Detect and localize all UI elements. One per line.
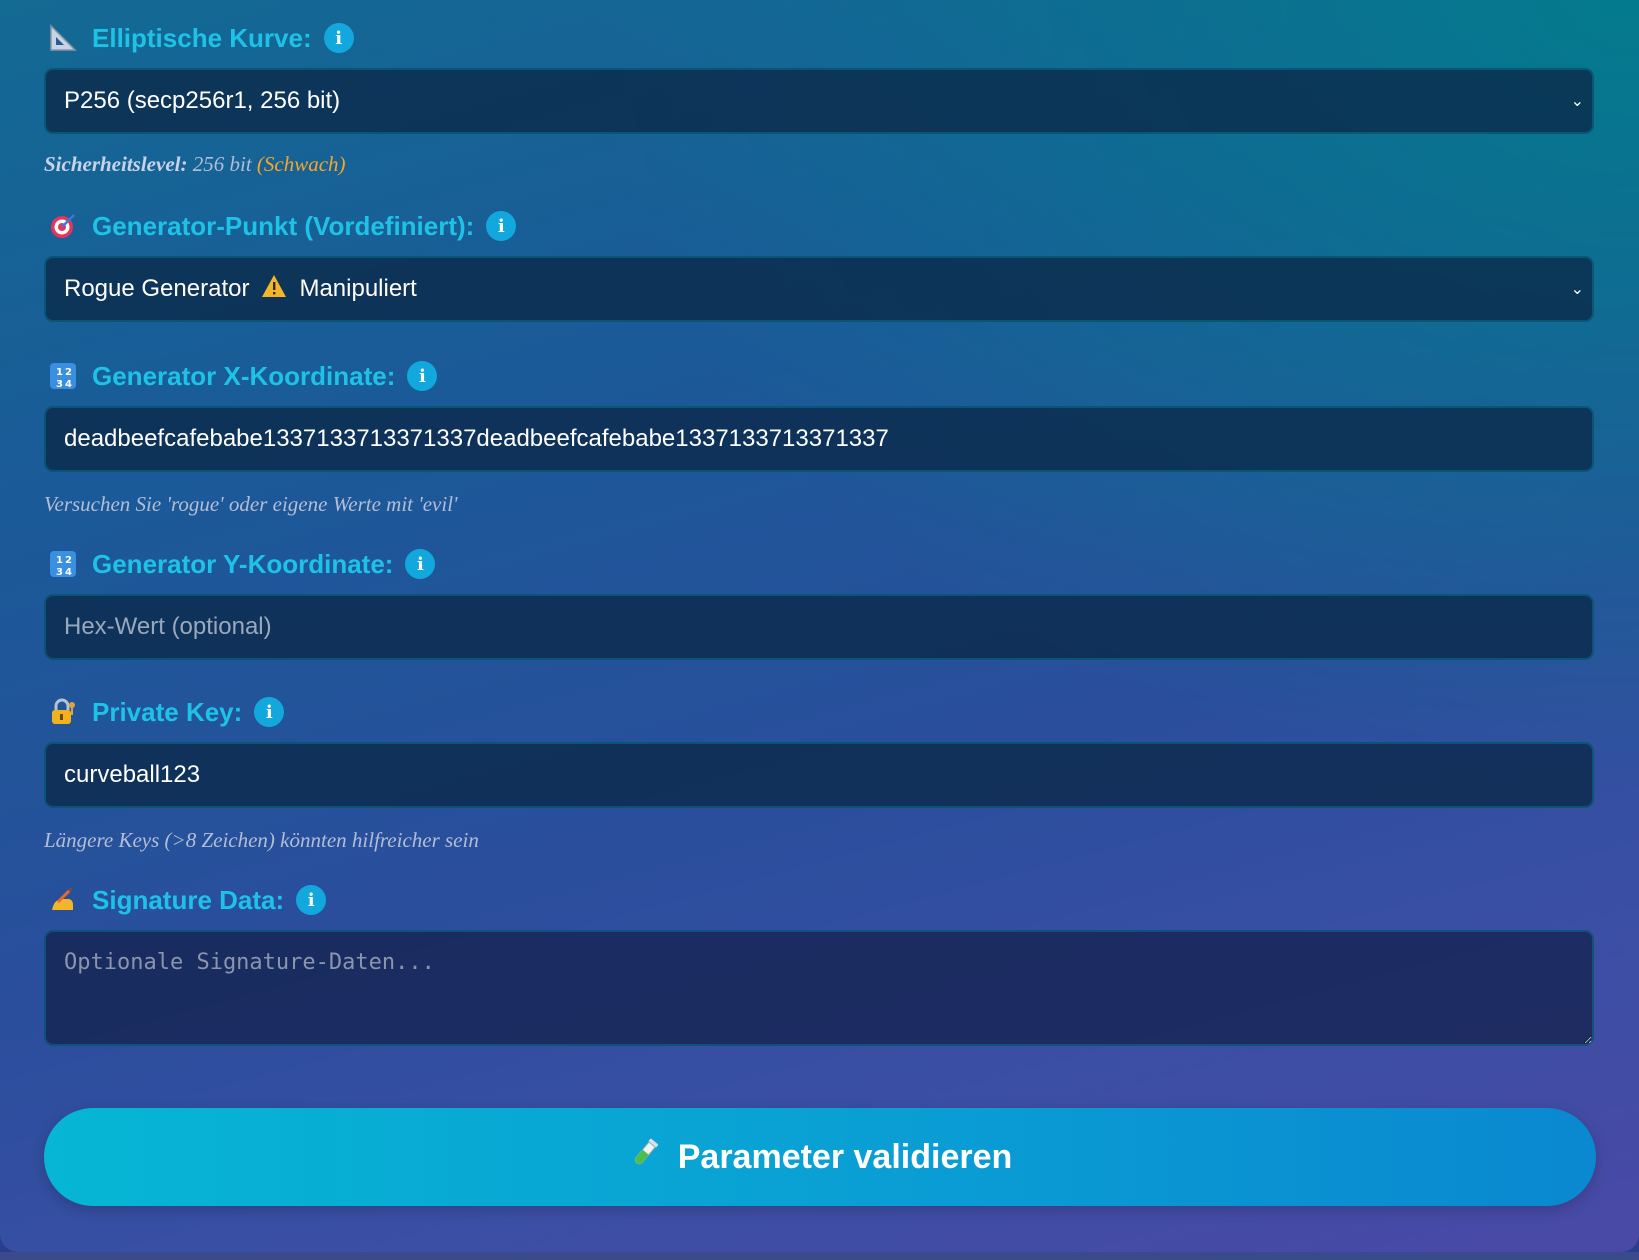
security-level-label: Sicherheitslevel: <box>44 152 188 176</box>
signature-label: Signature Data: i <box>44 880 327 920</box>
private-key-input[interactable] <box>44 742 1594 808</box>
curve-info-icon[interactable]: i <box>323 23 354 53</box>
private-key-label-text: Private Key: <box>92 696 243 727</box>
x-coordinate-hint: Versuchen Sie 'rogue' oder eigene Werte … <box>44 492 458 516</box>
svg-text:2: 2 <box>65 555 72 566</box>
signature-textarea[interactable] <box>44 930 1594 1046</box>
lock-key-icon <box>48 697 78 727</box>
security-level-value: 256 bit <box>192 152 252 176</box>
signature-info-icon[interactable]: i <box>296 885 327 915</box>
x-coordinate-field[interactable] <box>64 425 1592 453</box>
y-coordinate-label-text: Generator Y-Koordinate: <box>92 548 394 579</box>
y-coordinate-field[interactable] <box>64 613 1592 641</box>
security-level: Sicherheitslevel: 256 bit (Schwach) <box>44 152 346 177</box>
svg-text:2: 2 <box>65 367 72 378</box>
curve-select[interactable]: P256 (secp256r1, 256 bit) ⌄ <box>44 68 1594 134</box>
triangle-ruler-icon <box>48 23 78 53</box>
signature-label-text: Signature Data: <box>92 884 285 915</box>
chevron-down-icon: ⌄ <box>1570 93 1584 110</box>
private-key-hint: Längere Keys (>8 Zeichen) könnten hilfre… <box>44 828 479 852</box>
svg-text:1: 1 <box>56 367 63 378</box>
curve-select-value: P256 (secp256r1, 256 bit) <box>64 87 341 114</box>
svg-text:3: 3 <box>56 567 63 578</box>
security-level-rating: (Schwach) <box>256 152 346 176</box>
x-coordinate-label: 1234 Generator X-Koordinate: i <box>44 356 438 396</box>
x-coordinate-input[interactable] <box>44 406 1594 472</box>
generator-point-label: Generator-Punkt (Vordefiniert): i <box>44 206 517 246</box>
x-coordinate-info-icon[interactable]: i <box>407 361 438 391</box>
warning-icon <box>261 274 287 305</box>
numbers-icon: 1234 <box>48 549 78 579</box>
page-footer-strip <box>0 1252 1639 1260</box>
svg-text:4: 4 <box>65 567 72 578</box>
generator-point-tag: Manipuliert <box>299 275 417 302</box>
curve-label-text: Elliptische Kurve: <box>92 22 312 53</box>
curve-label: Elliptische Kurve: i <box>44 18 354 58</box>
validate-button[interactable]: Parameter validieren <box>44 1108 1596 1206</box>
numbers-icon: 1234 <box>48 361 78 391</box>
validate-button-label: Parameter validieren <box>677 1137 1013 1176</box>
test-tube-icon <box>628 1136 662 1178</box>
y-coordinate-input[interactable] <box>44 594 1594 660</box>
target-icon <box>48 211 78 241</box>
y-coordinate-label: 1234 Generator Y-Koordinate: i <box>44 544 436 584</box>
y-coordinate-info-icon[interactable]: i <box>405 549 436 579</box>
writing-hand-icon <box>48 885 78 915</box>
svg-text:4: 4 <box>65 379 72 390</box>
private-key-field[interactable] <box>64 761 1592 789</box>
generator-point-select[interactable]: Rogue Generator Manipuliert ⌄ <box>44 256 1594 322</box>
svg-text:3: 3 <box>56 379 63 390</box>
generator-point-name: Rogue Generator <box>64 275 250 302</box>
generator-point-info-icon[interactable]: i <box>486 211 517 241</box>
x-coordinate-label-text: Generator X-Koordinate: <box>92 360 396 391</box>
chevron-down-icon: ⌄ <box>1570 281 1584 298</box>
private-key-info-icon[interactable]: i <box>254 697 285 727</box>
private-key-label: Private Key: i <box>44 692 285 732</box>
generator-point-label-text: Generator-Punkt (Vordefiniert): <box>92 210 475 241</box>
svg-text:1: 1 <box>56 555 63 566</box>
